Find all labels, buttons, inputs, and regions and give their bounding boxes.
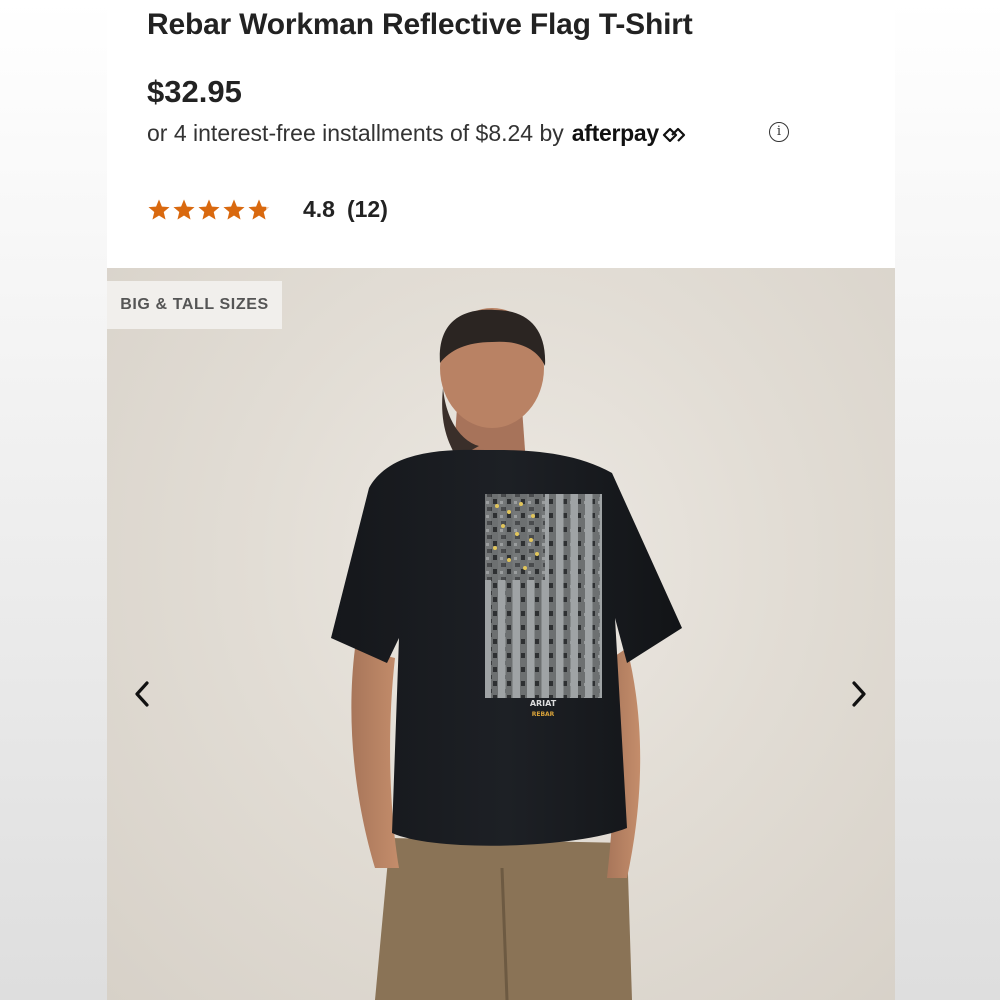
star-icon	[223, 199, 245, 219]
flag-stripe	[578, 494, 585, 698]
product-image[interactable]: ARIAT REBAR BIG & TALL SIZES	[107, 268, 895, 1000]
product-price: $32.95	[147, 74, 242, 109]
star-icon	[198, 199, 220, 219]
afterpay-logo[interactable]: afterpay	[572, 120, 687, 147]
product-photo: ARIAT REBAR	[331, 308, 682, 1000]
rating-value: 4.8	[303, 196, 335, 222]
installments-row: or 4 interest-free installments of $8.24…	[147, 120, 687, 147]
left-background	[0, 0, 107, 1000]
review-count[interactable]: (12)	[347, 196, 388, 223]
flag-stripe	[563, 494, 571, 698]
info-icon[interactable]: i	[769, 122, 789, 142]
right-background	[895, 0, 1000, 1000]
chevron-left-icon	[135, 681, 149, 707]
flag-stripe	[549, 494, 556, 698]
star-icon	[248, 199, 270, 219]
star-rating	[147, 198, 271, 222]
rating[interactable]: 4.8 (12)	[147, 196, 388, 223]
chevron-right-icon	[852, 681, 866, 707]
product-card: Rebar Workman Reflective Flag T-Shirt $3…	[107, 0, 895, 1000]
installments-text: or 4 interest-free installments of $8.24…	[147, 120, 564, 146]
star-icon	[173, 199, 195, 219]
size-badge: BIG & TALL SIZES	[107, 281, 282, 329]
afterpay-label: afterpay	[571, 120, 659, 146]
print-sub: REBAR	[532, 711, 555, 718]
flag-stripe	[592, 494, 600, 698]
product-title: Rebar Workman Reflective Flag T-Shirt	[147, 8, 693, 41]
gallery-next-button[interactable]	[845, 678, 873, 710]
star-icon	[148, 199, 170, 219]
print-brand: ARIAT	[530, 699, 557, 708]
afterpay-arrows-icon	[662, 127, 685, 142]
gallery-prev-button[interactable]	[128, 678, 156, 710]
